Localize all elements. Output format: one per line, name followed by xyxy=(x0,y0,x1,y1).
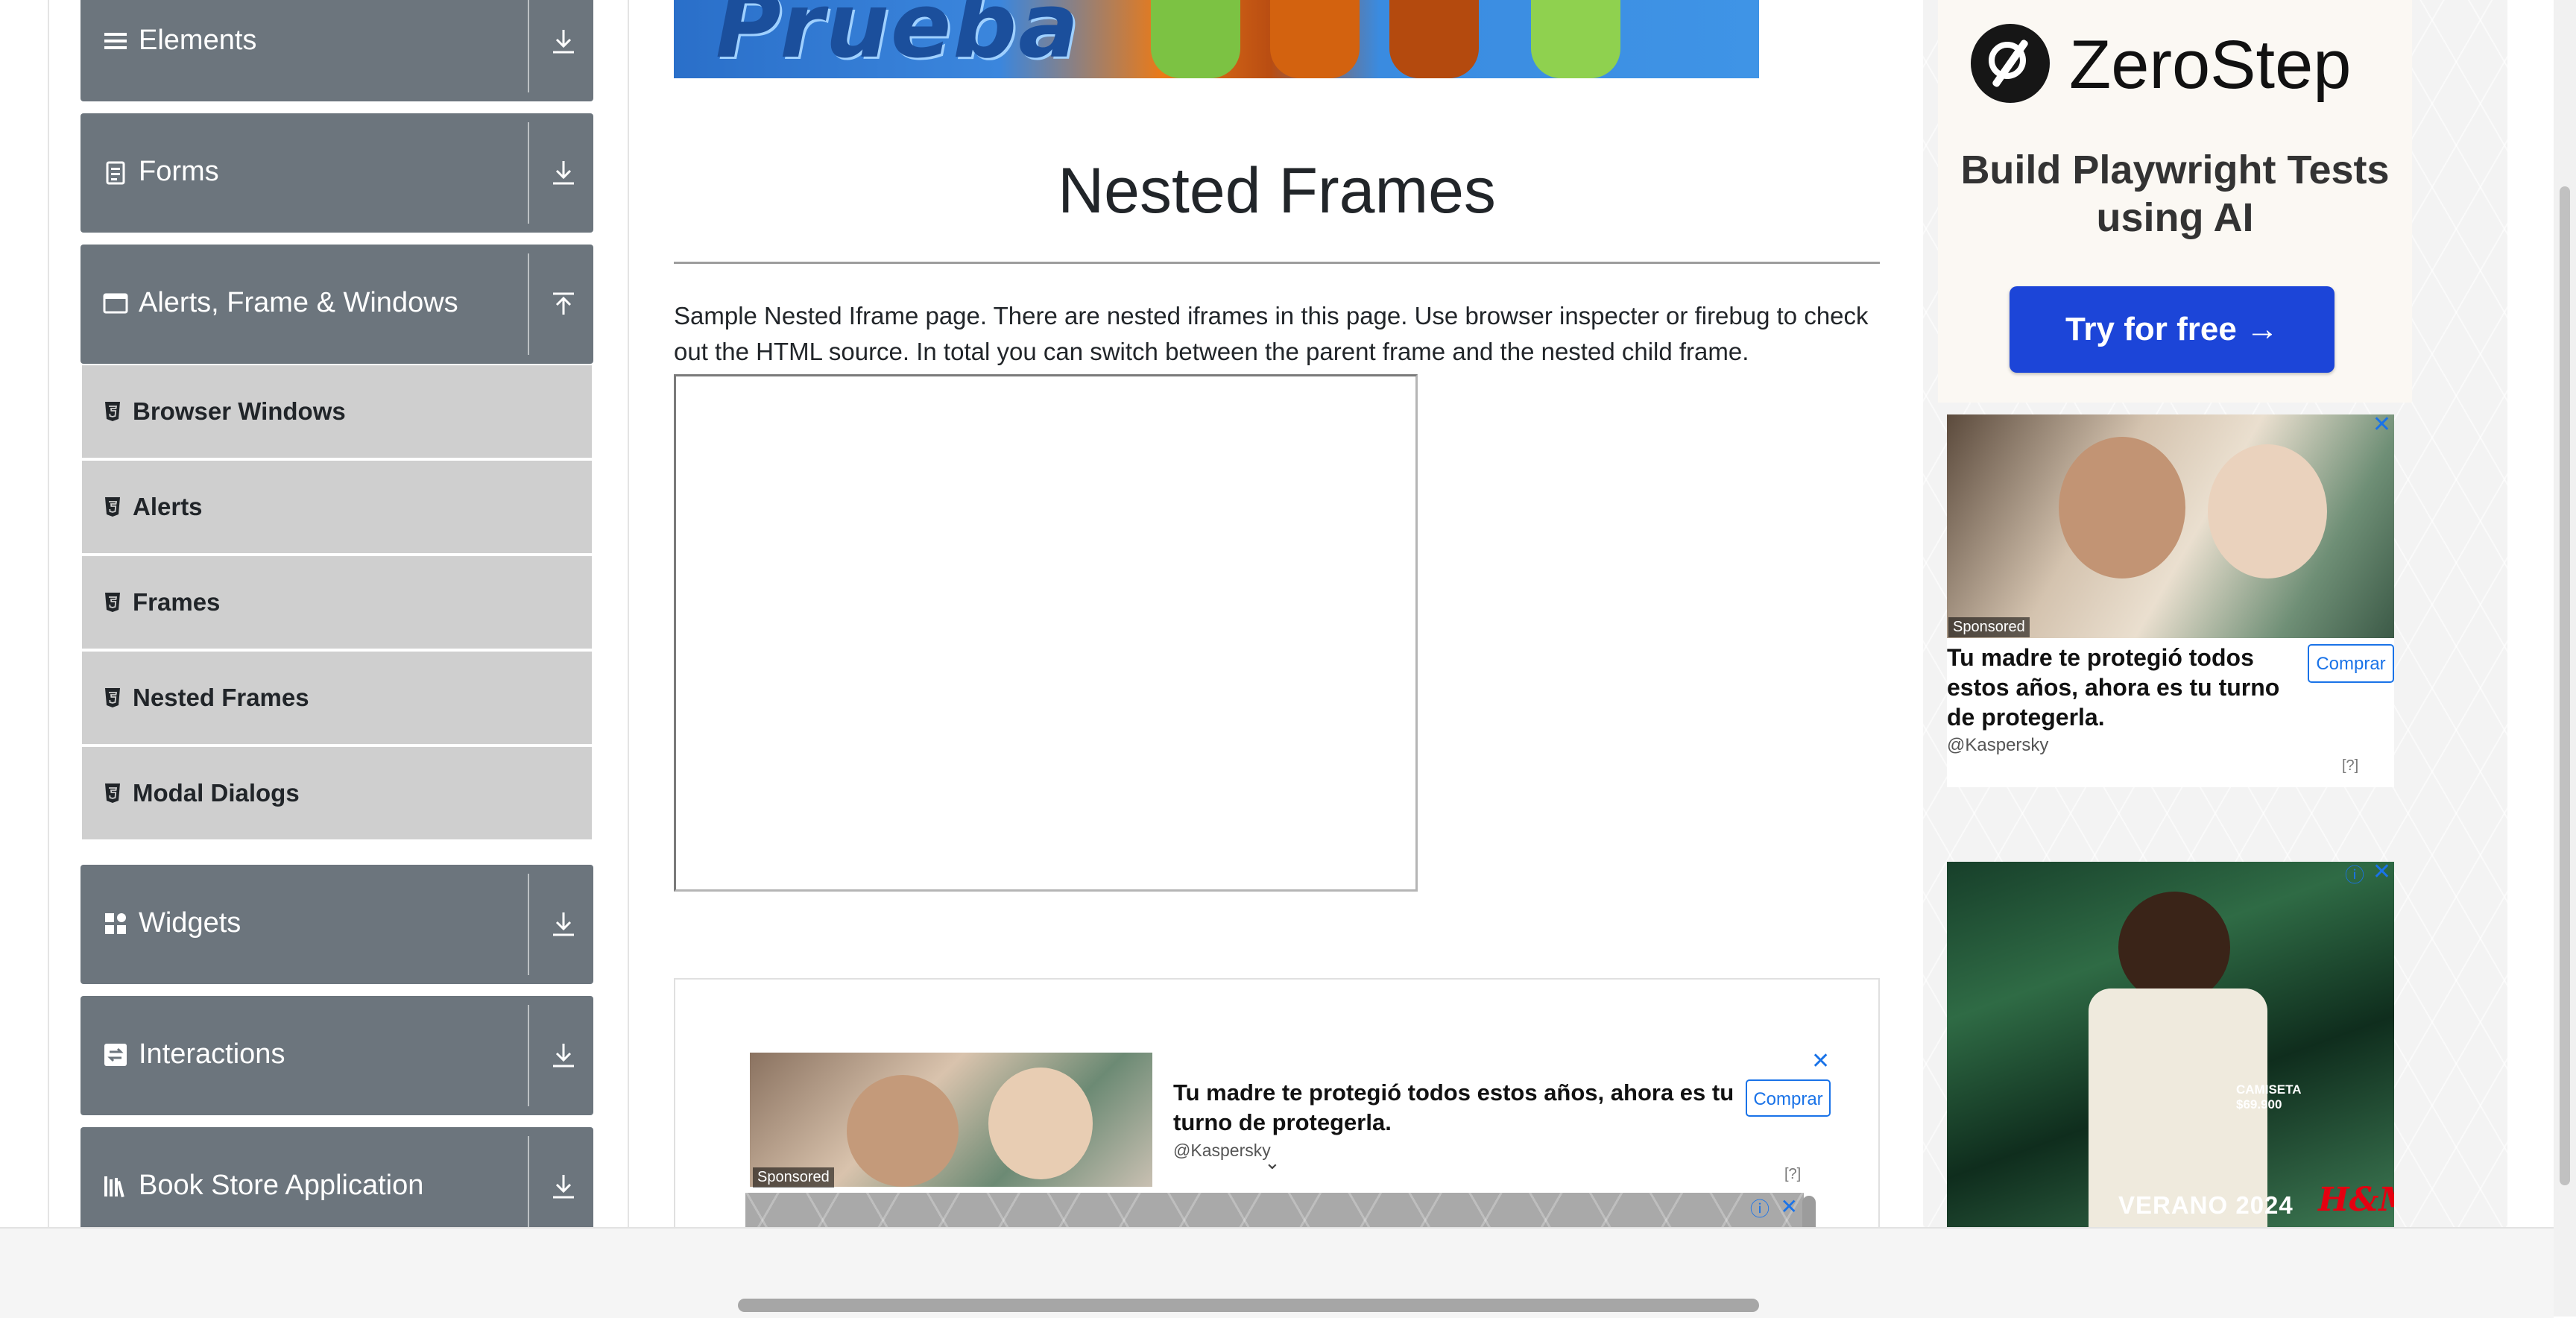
ad-image[interactable] xyxy=(750,1053,1152,1187)
zerostep-logo-icon xyxy=(1971,24,2050,103)
sidebar-item-label: Frames xyxy=(133,588,221,616)
ad-help-link[interactable]: [?] xyxy=(2342,757,2358,775)
html5-icon xyxy=(105,497,120,517)
kaspersky-ad[interactable]: Sponsored ✕ Tu madre te protegió todos e… xyxy=(1947,412,2394,787)
html5-icon xyxy=(105,402,120,421)
sidebar-group-forms[interactable]: Forms xyxy=(80,113,593,233)
scrollbar-thumb[interactable] xyxy=(2560,186,2570,1185)
ad-cta-button[interactable]: Comprar xyxy=(2308,644,2394,683)
ad-image[interactable] xyxy=(1947,414,2394,638)
widgets-icon xyxy=(105,913,126,934)
html5-icon xyxy=(105,688,120,707)
sidebar-group-interactions[interactable]: Interactions xyxy=(80,996,593,1115)
ad-photo-person xyxy=(2118,892,2230,1003)
divider xyxy=(528,874,529,975)
sidebar-divider xyxy=(628,0,629,1227)
divider xyxy=(528,0,529,92)
sidebar-item-frames[interactable]: Frames xyxy=(82,556,592,649)
divider xyxy=(528,1136,529,1237)
hm-product-name: CAMISETA xyxy=(2236,1082,2302,1097)
sidebar-group-elements[interactable]: Elements xyxy=(80,0,593,101)
sidebar-group-label: Interactions xyxy=(139,1038,285,1070)
sidebar-item-alerts[interactable]: Alerts xyxy=(82,461,592,553)
ad-brand: @Kaspersky xyxy=(1947,735,2049,755)
html5-icon xyxy=(105,783,120,803)
close-icon[interactable]: ✕ xyxy=(2373,862,2391,885)
ad-headline[interactable]: Tu madre te protegió todos estos años, a… xyxy=(1173,1078,1740,1138)
sidebar-item-modal-dialogs[interactable]: Modal Dialogs xyxy=(82,747,592,839)
info-icon[interactable]: ⓘ xyxy=(1750,1194,1770,1222)
parent-iframe[interactable] xyxy=(674,374,1418,892)
sidebar-group-label: Forms xyxy=(139,156,219,187)
hm-product-price: $69.900 xyxy=(2236,1097,2282,1112)
ad-photo-person xyxy=(847,1075,959,1187)
expand-icon[interactable] xyxy=(549,1041,578,1071)
sidebar-group-label: Book Store Application xyxy=(139,1170,424,1201)
html5-icon xyxy=(105,593,120,612)
bottle-image xyxy=(1389,0,1479,78)
sidebar-item-label: Alerts xyxy=(133,493,203,520)
page-scrollbar[interactable] xyxy=(2554,0,2576,1317)
title-divider xyxy=(674,262,1880,264)
hm-campaign-text: VERANO 2024 xyxy=(2118,1191,2294,1219)
zerostep-tagline: Build Playwright Tests using AI xyxy=(1960,148,2390,240)
zerostep-ad[interactable]: ZeroStep Build Playwright Tests using AI… xyxy=(1938,0,2412,403)
ad-help-link[interactable]: [?] xyxy=(1784,1166,1801,1183)
hm-logo: H&M xyxy=(2318,1181,2394,1219)
page-left-border xyxy=(48,0,49,1227)
sidebar-item-label: Nested Frames xyxy=(133,684,309,711)
expand-icon[interactable] xyxy=(549,27,578,57)
expand-icon[interactable] xyxy=(549,1172,578,1202)
page-description: Sample Nested Iframe page. There are nes… xyxy=(674,302,1869,365)
ad-brand: @Kaspersky xyxy=(1173,1141,1271,1160)
hm-product-label: CAMISETA $69.900 xyxy=(2236,1082,2302,1112)
sidebar-group-label: Alerts, Frame & Windows xyxy=(139,287,458,318)
ad-cta-button[interactable]: Comprar xyxy=(1746,1079,1831,1117)
close-icon[interactable]: ✕ xyxy=(2373,412,2391,438)
banner-ad[interactable]: Prueba xyxy=(674,0,1759,78)
sidebar-group-alerts-frame-windows[interactable]: Alerts, Frame & Windows xyxy=(80,245,593,364)
ad-photo-person xyxy=(2059,437,2185,578)
try-free-button[interactable]: Try for free → xyxy=(2010,286,2334,373)
close-icon[interactable]: ✕ xyxy=(1811,1048,1830,1074)
ad-headline[interactable]: Tu madre te protegió todos estos años, a… xyxy=(1947,643,2297,732)
sidebar-item-browser-windows[interactable]: Browser Windows xyxy=(82,365,592,458)
overlay-scrollbar-horizontal[interactable] xyxy=(738,1299,1759,1312)
expand-icon[interactable] xyxy=(549,158,578,188)
sidebar-group-label: Widgets xyxy=(139,907,242,939)
banner-ad-text: Prueba xyxy=(716,0,1081,78)
divider xyxy=(528,122,529,224)
sponsored-label: Sponsored xyxy=(753,1167,834,1188)
sidebar-group-label: Elements xyxy=(139,25,257,56)
sidebar-item-label: Browser Windows xyxy=(133,397,346,425)
bottle-image xyxy=(1270,0,1360,78)
bottle-image xyxy=(1531,0,1620,78)
chevron-down-icon[interactable]: ⌄ xyxy=(1264,1151,1281,1174)
close-icon[interactable]: ✕ xyxy=(1781,1194,1798,1219)
form-icon xyxy=(106,161,125,185)
collapse-icon[interactable] xyxy=(549,289,578,319)
sidebar-item-nested-frames[interactable]: Nested Frames xyxy=(82,652,592,744)
interactions-icon xyxy=(104,1044,127,1066)
book-icon xyxy=(104,1176,124,1198)
inline-ad[interactable]: Sponsored Tu madre te protegió todos est… xyxy=(750,1049,1838,1188)
ad-photo-person xyxy=(988,1068,1093,1179)
hm-ad[interactable]: CAMISETA $69.900 VERANO 2024 H&M ⓘ ✕ xyxy=(1947,862,2394,1227)
bottle-image xyxy=(1151,0,1240,78)
list-icon xyxy=(104,33,127,49)
sidebar-item-label: Modal Dialogs xyxy=(133,779,300,807)
info-icon[interactable]: ⓘ xyxy=(2345,862,2364,888)
divider xyxy=(528,253,529,355)
expand-icon[interactable] xyxy=(549,909,578,939)
sponsored-label: Sponsored xyxy=(1948,617,2030,637)
ad-photo-person xyxy=(2208,444,2327,578)
zerostep-brand: ZeroStep xyxy=(2069,27,2352,103)
sidebar-group-widgets[interactable]: Widgets xyxy=(80,865,593,984)
divider xyxy=(528,1005,529,1106)
page-title: Nested Frames xyxy=(1058,155,1496,227)
window-icon xyxy=(103,293,128,314)
